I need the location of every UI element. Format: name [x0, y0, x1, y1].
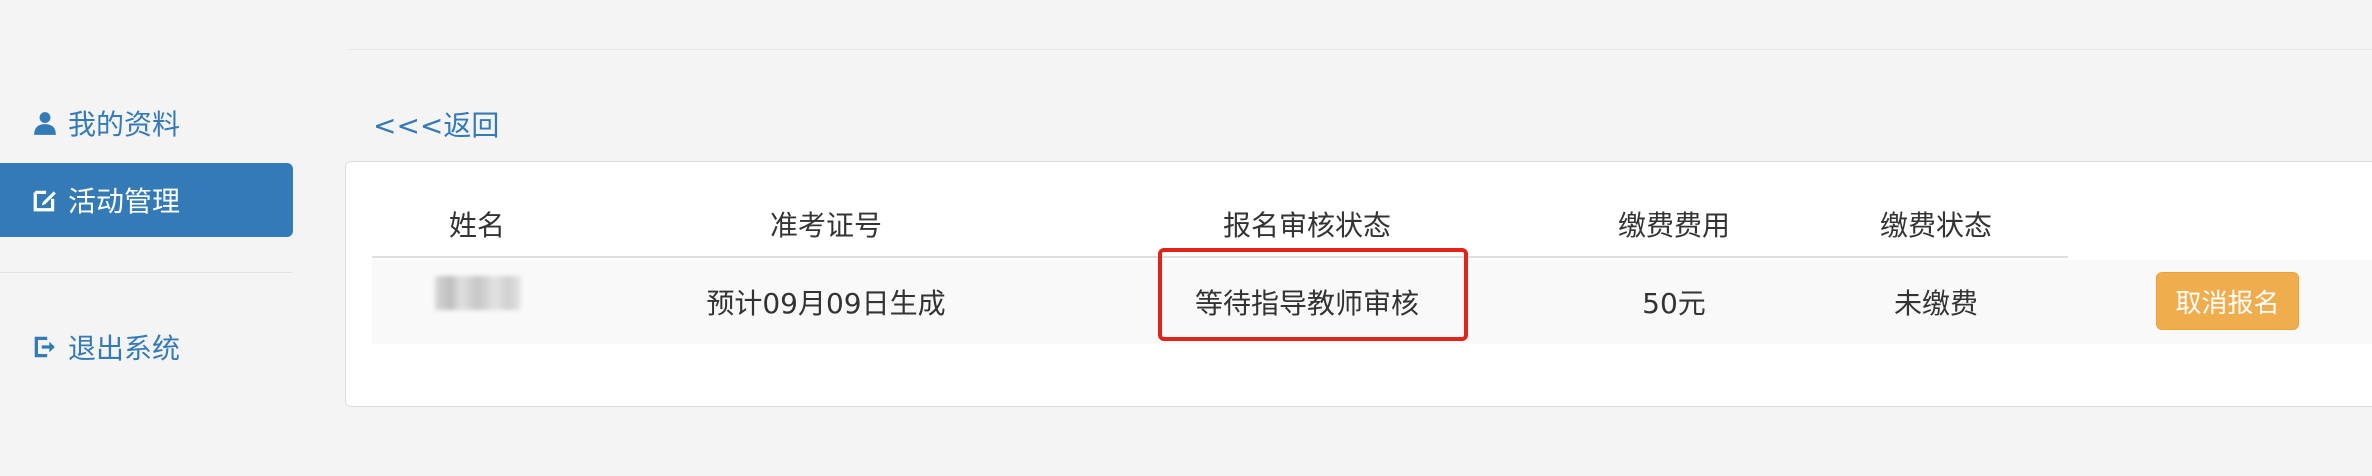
header-fee: 缴费费用: [1617, 209, 1731, 242]
fee-cell: 50元: [1642, 287, 1706, 320]
name-cell-redacted: [435, 276, 521, 310]
edit-icon: [30, 185, 60, 215]
highlight-annotation-box: [1158, 248, 1468, 341]
sidebar-divider: [0, 272, 293, 273]
page: 我的资料 活动管理 退出系统 <<<返回 姓名 准考证号 报名审核状态 缴费费用…: [0, 0, 2372, 476]
sidebar-item-activity-management[interactable]: 活动管理: [0, 163, 293, 237]
back-link[interactable]: <<<返回: [373, 104, 499, 144]
header-exam-id: 准考证号: [769, 209, 883, 242]
sidebar-item-label: 活动管理: [68, 185, 181, 218]
header-review-status: 报名审核状态: [1222, 209, 1392, 242]
sidebar-item-profile[interactable]: 我的资料: [30, 86, 180, 160]
header-payment-status: 缴费状态: [1879, 209, 1993, 242]
sidebar-item-label: 我的资料: [68, 108, 181, 141]
sidebar-item-logout[interactable]: 退出系统: [30, 310, 180, 384]
top-divider: [348, 49, 2372, 50]
sidebar-item-label: 退出系统: [68, 332, 181, 365]
exam-id-cell: 预计09月09日生成: [706, 287, 946, 320]
payment-status-cell: 未缴费: [1893, 287, 1979, 320]
cancel-registration-button[interactable]: 取消报名: [2156, 272, 2299, 330]
logout-icon: [30, 332, 60, 362]
user-icon: [30, 108, 60, 138]
header-name: 姓名: [448, 209, 506, 242]
sidebar: 我的资料 活动管理 退出系统: [0, 0, 300, 476]
